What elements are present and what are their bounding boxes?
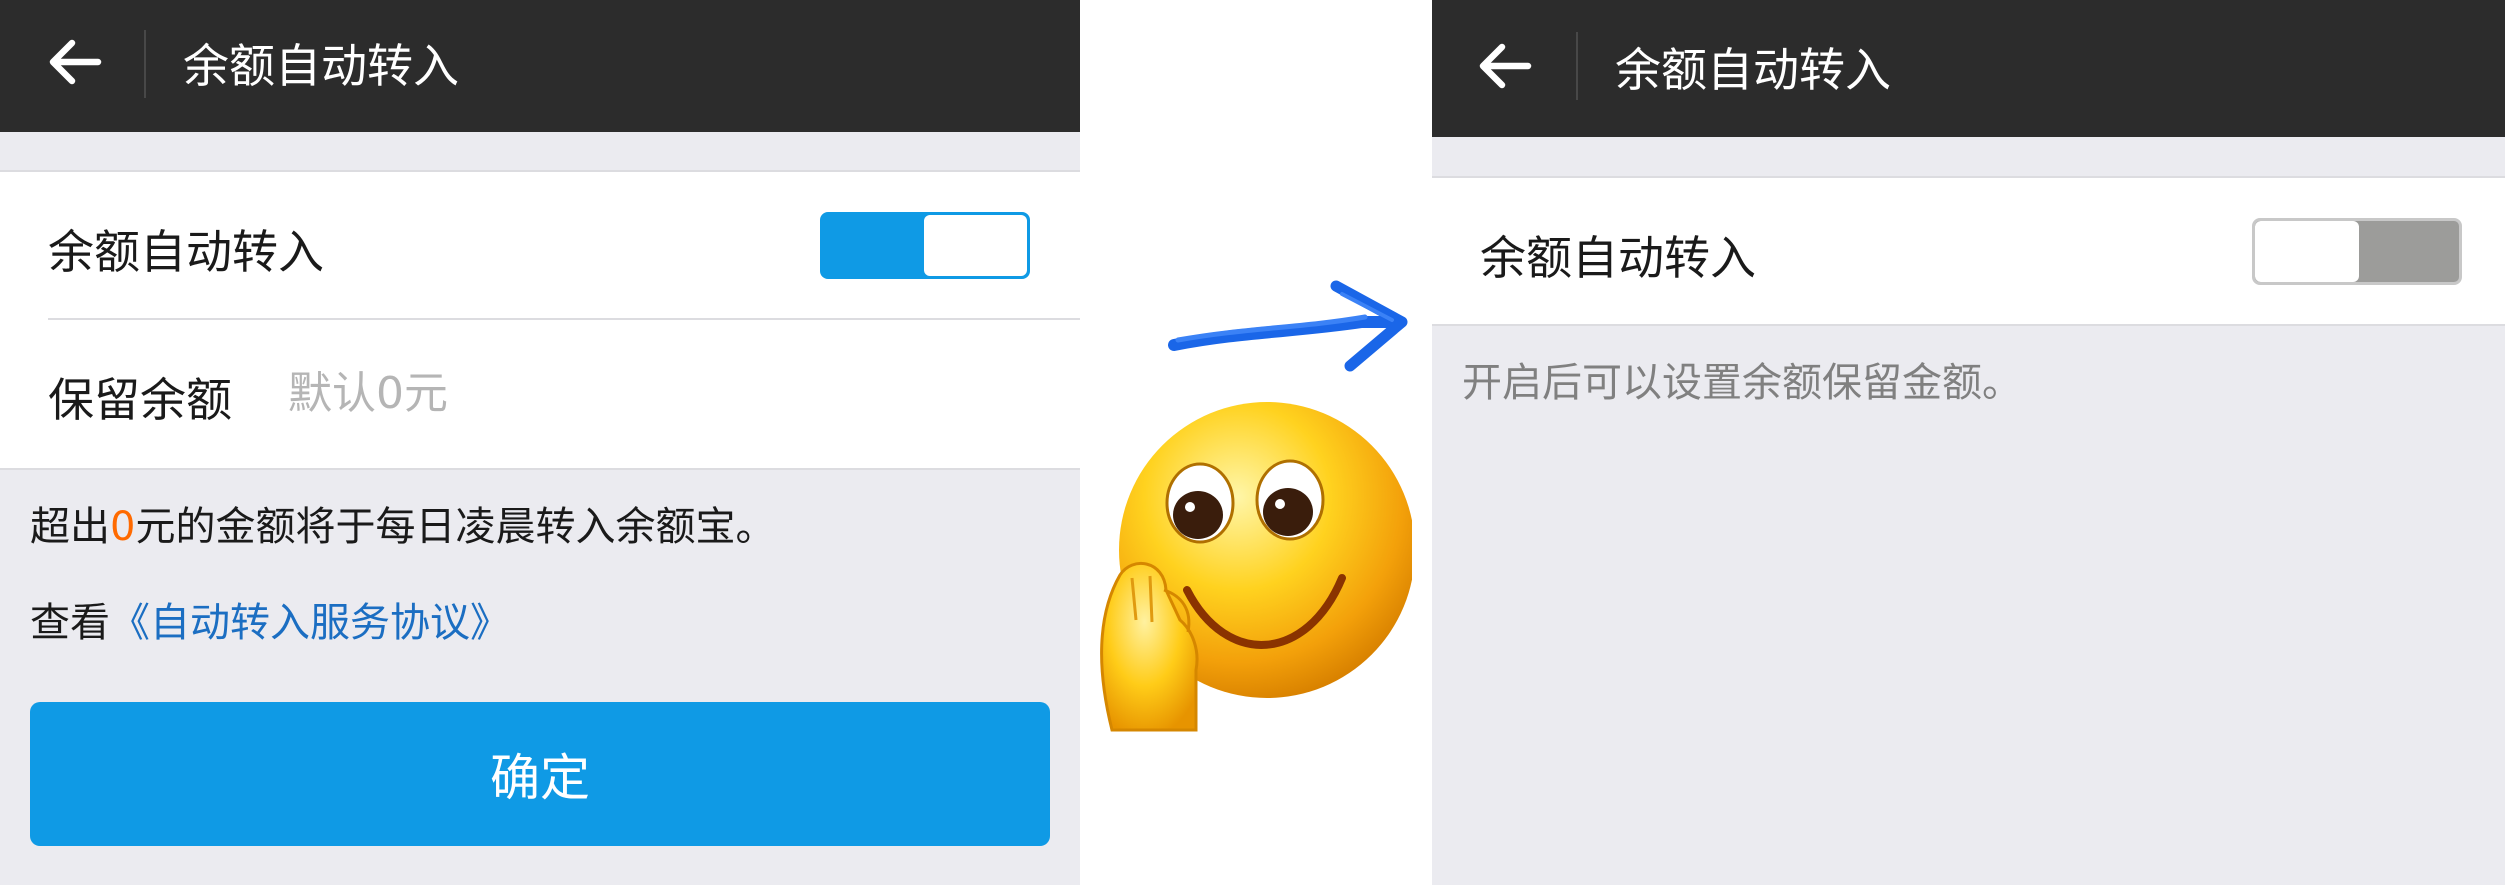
left-screen: 余额自动转入 余额自动转入 保留余额 超出0元的金额将于每日凌晨转入余额宝。 查…: [0, 0, 1080, 885]
page-title: 余额自动转入: [183, 39, 459, 93]
auto-transfer-label: 余额自动转入: [48, 225, 324, 279]
middle-decoration: [1080, 0, 1432, 885]
header-divider: [144, 30, 146, 98]
note-prefix: 超出: [30, 504, 110, 550]
divider: [1432, 324, 2505, 326]
auto-transfer-label: 余额自动转入: [1480, 231, 1756, 285]
right-screen: 余额自动转入 余额自动转入 开启后可以设置余额保留金额。: [1432, 0, 2505, 885]
arrow-left-icon: [49, 39, 102, 85]
auto-transfer-row: 余额自动转入: [1432, 176, 2505, 326]
back-button[interactable]: [40, 27, 110, 97]
hand-drawn-arrow-right-icon: [1168, 280, 1408, 372]
toggle-knob: [2255, 221, 2359, 282]
agreement-prefix: 查看: [30, 600, 110, 646]
auto-transfer-toggle[interactable]: [820, 212, 1030, 279]
divider: [0, 170, 1080, 172]
divider: [1432, 176, 2505, 178]
agreement-line: 查看《自动转入服务协议》: [30, 590, 510, 648]
top-bar: 余额自动转入: [1432, 0, 2505, 137]
keep-balance-input[interactable]: [288, 358, 988, 428]
note-amount: 0: [110, 504, 136, 550]
header-divider: [1576, 32, 1578, 100]
back-button[interactable]: [1470, 31, 1540, 101]
top-bar: 余额自动转入: [0, 0, 1080, 132]
smiley-hand-on-cheek-emoji: [1100, 402, 1412, 732]
auto-transfer-toggle[interactable]: [2252, 218, 2462, 285]
note-suffix: 元的金额将于每日凌晨转入余额宝。: [135, 504, 776, 550]
confirm-button[interactable]: 确定: [30, 702, 1050, 846]
page-title: 余额自动转入: [1615, 43, 1891, 97]
divider: [0, 468, 1080, 470]
keep-balance-row: 保留余额: [0, 320, 1080, 470]
auto-transfer-row: 余额自动转入: [0, 170, 1080, 320]
arrow-left-icon: [1479, 43, 1532, 89]
agreement-link[interactable]: 《自动转入服务协议》: [110, 600, 510, 646]
hint-text: 开启后可以设置余额保留金额。: [1462, 360, 2022, 406]
toggle-knob: [924, 215, 1027, 276]
transfer-note: 超出0元的金额将于每日凌晨转入余额宝。: [30, 494, 775, 552]
keep-balance-label: 保留余额: [48, 373, 232, 427]
